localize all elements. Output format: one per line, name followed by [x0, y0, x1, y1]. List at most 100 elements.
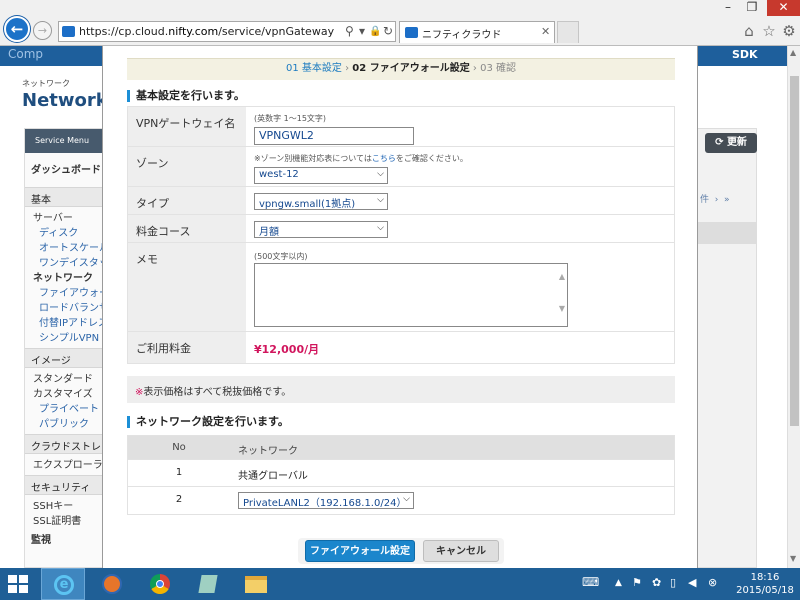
keyboard-icon[interactable]: ⌨	[582, 575, 599, 589]
sidebar-item[interactable]: パブリック	[39, 415, 89, 430]
scroll-up-icon: ▲	[558, 272, 565, 281]
step-3: 03 確認	[480, 63, 516, 74]
network-table: No ネットワーク 1 共通グローバル 2 PrivateLANL2（192.1…	[127, 435, 675, 515]
scroll-down-icon[interactable]: ▼	[790, 554, 796, 563]
address-bar[interactable]: https://cp.cloud.nifty.com/service/vpnGa…	[58, 21, 396, 42]
chevron-down-icon: ⌵	[377, 169, 384, 179]
row-no: 2	[175, 494, 183, 505]
lock-icon[interactable]: 🔒	[369, 26, 381, 37]
back-arrow-icon[interactable]: ←	[4, 16, 30, 42]
step-2: 02 ファイアウォール設定	[352, 63, 470, 74]
sidebar-item[interactable]: SSL証明書	[33, 512, 81, 527]
page-scrollbar[interactable]: ▲ ▼	[787, 46, 800, 568]
forward-arrow-icon[interactable]: →	[33, 21, 52, 40]
scrollbar-thumb[interactable]	[790, 76, 799, 426]
sidebar-item[interactable]: 付替IPアドレス	[39, 314, 108, 329]
sidebar-item[interactable]: プライベート	[39, 400, 99, 415]
chevron-down-icon: ⌵	[377, 223, 384, 233]
network-icon[interactable]: ▯	[670, 576, 676, 589]
sidebar-item[interactable]: カスタマイズ	[33, 385, 93, 400]
firewall-settings-button[interactable]: ファイアウォール設定へ	[305, 540, 415, 562]
zone-table-link[interactable]: こちら	[372, 154, 396, 163]
table-row: 2 PrivateLANL2（192.168.1.0/24） ⌵	[128, 486, 674, 513]
clock-time: 18:16	[750, 572, 780, 583]
row-no: 1	[175, 467, 183, 478]
sidebar-item[interactable]: ディスク	[39, 224, 78, 239]
sidebar-item[interactable]: ネットワーク	[33, 269, 93, 284]
sidebar-item[interactable]: 基本	[25, 187, 105, 207]
course-select[interactable]: 月額 ⌵	[254, 221, 388, 238]
type-row: タイプ vpngw.small(1拠点) ⌵	[128, 187, 674, 215]
blocked-icon[interactable]: ⊗	[708, 576, 717, 589]
memo-textarea[interactable]: ▲ ▼	[254, 263, 568, 327]
start-button[interactable]	[8, 575, 28, 593]
network-settings-heading: ネットワーク設定を行います。	[127, 416, 289, 428]
table-row: 1 共通グローバル	[128, 459, 674, 486]
col-no: No	[172, 442, 186, 453]
chrome-taskbar-icon[interactable]	[138, 568, 182, 600]
type-select[interactable]: vpngw.small(1拠点) ⌵	[254, 193, 388, 210]
home-icon[interactable]: ⌂	[740, 22, 758, 40]
chevron-down-icon: ⌵	[377, 195, 384, 205]
memo-row: メモ (500文字以内) ▲ ▼	[128, 243, 674, 332]
sidebar-item[interactable]: セキュリティ	[25, 475, 105, 495]
tab-title: ニフティクラウド	[422, 30, 502, 41]
chevron-down-icon: ⌵	[403, 494, 410, 504]
sidebar-item[interactable]: イメージ	[25, 348, 105, 368]
app-taskbar-icon[interactable]	[186, 568, 230, 600]
sidebar-item[interactable]: クラウドストレージ	[25, 434, 105, 454]
sdk-link[interactable]: SDK	[732, 48, 758, 61]
search-icon[interactable]: ⚲	[345, 24, 354, 38]
scroll-down-icon: ▼	[558, 304, 565, 313]
restore-icon[interactable]: ❐	[740, 0, 764, 16]
sidebar-item[interactable]: シンプルVPN	[39, 329, 99, 344]
gateway-name-input[interactable]: VPNGWL2	[254, 127, 414, 145]
row-network: 共通グローバル	[238, 471, 308, 482]
course-row: 料金コース 月額 ⌵	[128, 215, 674, 243]
browser-tab[interactable]: ニフティクラウド ✕	[399, 21, 555, 43]
sidebar-item[interactable]: サーバー	[33, 209, 73, 224]
network-table-header: No ネットワーク	[128, 436, 674, 459]
new-tab-button[interactable]	[557, 21, 579, 43]
address-url: https://cp.cloud.nifty.com/service/vpnGa…	[79, 25, 335, 38]
dropdown-icon[interactable]: ▾	[359, 24, 365, 38]
memo-hint: (500文字以内)	[254, 252, 308, 261]
sidebar-item[interactable]: オートスケール	[39, 239, 109, 254]
sidebar-item[interactable]: 監視	[31, 531, 51, 546]
console-header-text: Comp	[8, 47, 44, 61]
background-table-header	[697, 222, 757, 244]
firefox-taskbar-icon[interactable]	[90, 568, 134, 600]
close-window-icon[interactable]: ✕	[767, 0, 800, 16]
browser-chrome: ← → https://cp.cloud.nifty.com/service/v…	[0, 0, 800, 46]
explorer-taskbar-icon[interactable]	[234, 568, 278, 600]
cancel-button[interactable]: キャンセル	[423, 540, 499, 562]
zone-label: ゾーン	[128, 147, 246, 186]
sidebar-item[interactable]: エクスプローラー	[33, 456, 113, 471]
volume-icon[interactable]: ◀	[688, 576, 696, 589]
private-lan-select[interactable]: PrivateLANL2（192.168.1.0/24） ⌵	[238, 492, 414, 509]
update-button[interactable]: ⟳ 更新	[705, 133, 757, 153]
flag-icon[interactable]: ⚑	[632, 576, 642, 589]
step-separator: ›	[472, 63, 477, 74]
system-clock[interactable]: 18:16 2015/05/18	[736, 571, 794, 597]
sidebar-item[interactable]: SSHキー	[33, 497, 73, 512]
breadcrumb: ネットワーク	[22, 79, 70, 88]
settings-gear-icon[interactable]: ⚙	[780, 22, 798, 40]
tab-close-icon[interactable]: ✕	[541, 25, 550, 38]
pager[interactable]: 件 › »	[700, 192, 756, 210]
scroll-up-icon[interactable]: ▲	[790, 48, 796, 57]
sidebar-item[interactable]: スタンダード	[33, 370, 93, 385]
minimize-icon[interactable]: –	[716, 0, 740, 16]
sidebar-item[interactable]: ダッシュボード	[31, 161, 101, 176]
vpn-gateway-modal: 01 基本設定 › 02 ファイアウォール設定 › 03 確認 基本設定を行いま…	[102, 46, 698, 568]
ie-taskbar-icon[interactable]: e	[41, 568, 85, 600]
refresh-icon[interactable]: ↻	[383, 24, 393, 38]
name-row: VPNゲートウェイ名 (英数字 1～15文字) VPNGWL2	[128, 107, 674, 147]
zone-select[interactable]: west-12 ⌵	[254, 167, 388, 184]
col-network: ネットワーク	[238, 446, 298, 457]
show-hidden-icons-icon[interactable]: ▲	[615, 578, 622, 588]
zone-row: ゾーン ※ゾーン別機能対応表についてはこちらをご確認ください。 west-12 ⌵	[128, 147, 674, 187]
favorites-star-icon[interactable]: ☆	[760, 22, 778, 40]
tray-app-icon[interactable]: ✿	[652, 576, 661, 589]
step-1: 01 基本設定	[286, 63, 342, 74]
